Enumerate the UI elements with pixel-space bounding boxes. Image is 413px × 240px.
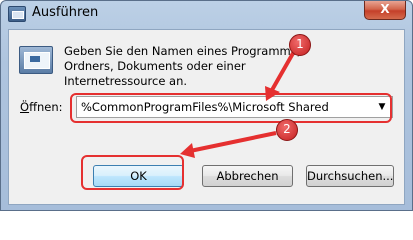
annotation-arrows [180,47,298,158]
arrow-to-ok [180,131,277,158]
step-1-badge: 1 [289,34,311,56]
arrow-to-input [265,47,298,101]
step-2-badge: 2 [276,119,298,141]
